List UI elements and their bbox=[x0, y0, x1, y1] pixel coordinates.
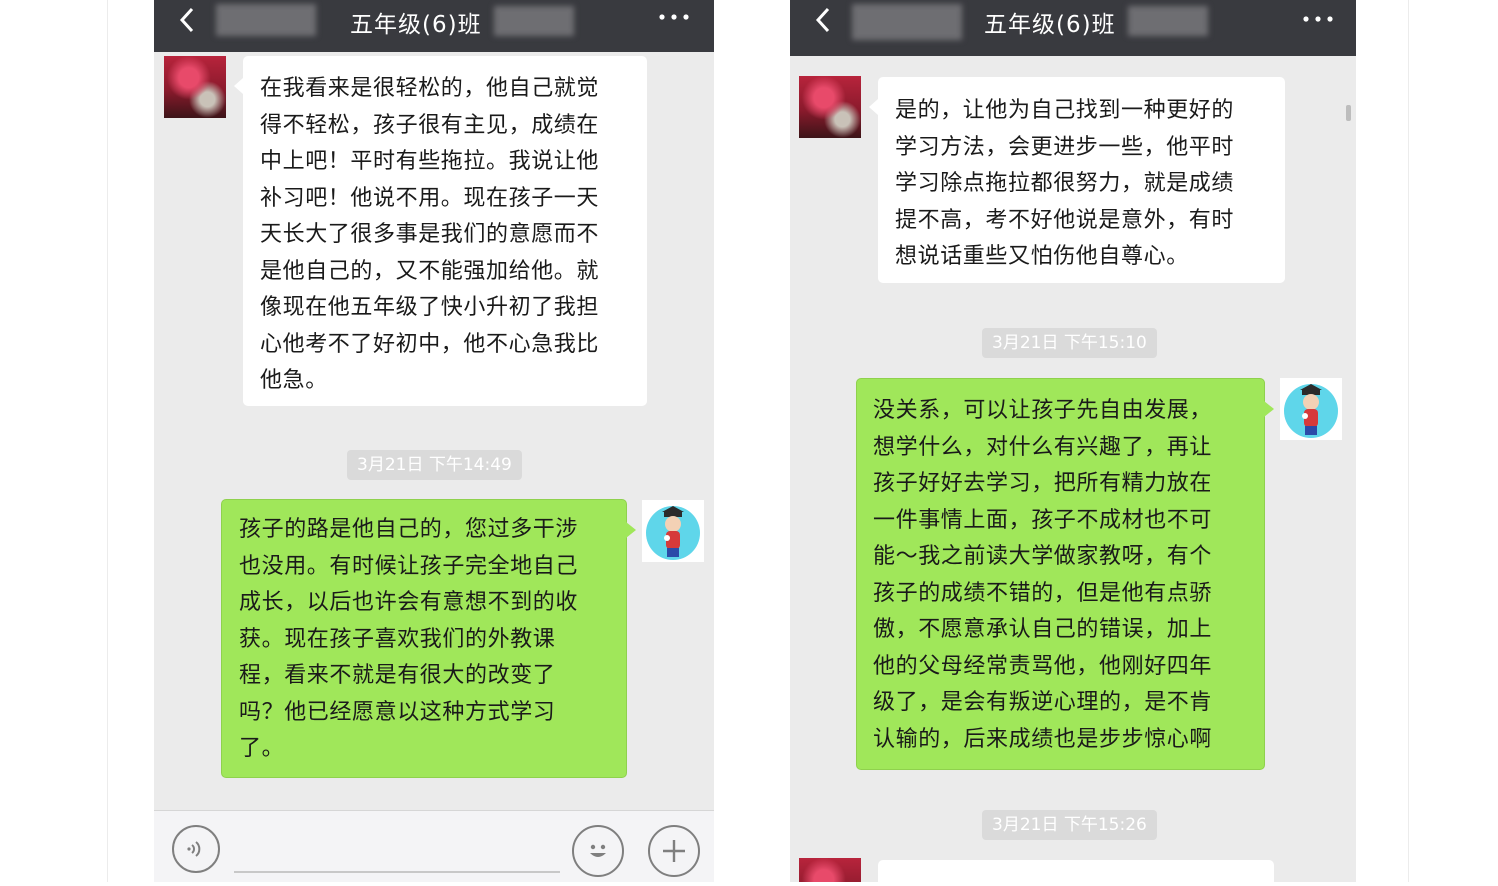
redacted-name bbox=[852, 4, 962, 40]
contact-avatar[interactable] bbox=[164, 56, 226, 118]
timestamp: 3月21日 下午15:10 bbox=[982, 328, 1157, 358]
user-avatar[interactable] bbox=[642, 500, 704, 562]
emoji-icon bbox=[590, 844, 606, 857]
back-button[interactable] bbox=[172, 0, 202, 40]
chat-screen-left: 五年级(6)班 在我看来是很轻松的，他自己就觉 得不轻松，孩子很有主见，成绩在 … bbox=[154, 0, 714, 882]
incoming-message[interactable]: 在我看来是很轻松的，他自己就觉 得不轻松，孩子很有主见，成绩在 中上吧！平时有些… bbox=[234, 56, 647, 406]
message-input[interactable] bbox=[234, 871, 560, 873]
user-avatar[interactable] bbox=[1280, 378, 1342, 440]
more-button[interactable] bbox=[1302, 4, 1334, 41]
plus-icon bbox=[663, 840, 685, 862]
incoming-message[interactable]: 是的，让他为自己找到一种更好的 学习方法，会更进步一些，他平时 学习除点拖拉都很… bbox=[869, 77, 1285, 283]
contact-avatar[interactable] bbox=[799, 858, 861, 882]
outgoing-message[interactable]: 孩子的路是他自己的，您过多干涉 也没用。有时候让孩子完全地自己 成长，以后也许会… bbox=[221, 499, 636, 778]
add-button[interactable] bbox=[648, 825, 700, 877]
timestamp: 3月21日 下午15:26 bbox=[982, 810, 1157, 840]
voice-icon bbox=[187, 841, 201, 857]
back-button[interactable] bbox=[808, 0, 838, 40]
chat-header: 五年级(6)班 bbox=[790, 0, 1356, 56]
emoji-button[interactable] bbox=[572, 825, 624, 877]
contact-avatar[interactable] bbox=[799, 76, 861, 138]
timestamp: 3月21日 下午14:49 bbox=[347, 450, 522, 480]
redacted-title-suffix bbox=[494, 6, 574, 36]
scrollbar[interactable] bbox=[1346, 105, 1351, 121]
chat-title: 五年级(6)班 bbox=[984, 12, 1116, 38]
chat-screen-right: 五年级(6)班 是的，让他为自己找到一种更好的 学习方法，会更进步一些，他平时 … bbox=[790, 0, 1356, 882]
voice-button[interactable] bbox=[172, 825, 220, 873]
more-button[interactable] bbox=[658, 2, 690, 39]
outgoing-message[interactable]: 没关系，可以让孩子先自由发展， 想学什么，对什么有兴趣了，再让 孩子好好去学习，… bbox=[856, 378, 1274, 770]
more-icon bbox=[1303, 16, 1333, 22]
redacted-name bbox=[216, 4, 316, 36]
chat-header: 五年级(6)班 bbox=[154, 0, 714, 52]
chevron-left-icon bbox=[815, 7, 830, 33]
chat-title: 五年级(6)班 bbox=[350, 12, 482, 38]
more-icon bbox=[659, 14, 689, 20]
redacted-title-suffix bbox=[1128, 6, 1208, 36]
incoming-message-partial[interactable] bbox=[878, 860, 1274, 882]
input-toolbar bbox=[154, 810, 714, 882]
chevron-left-icon bbox=[179, 7, 194, 33]
